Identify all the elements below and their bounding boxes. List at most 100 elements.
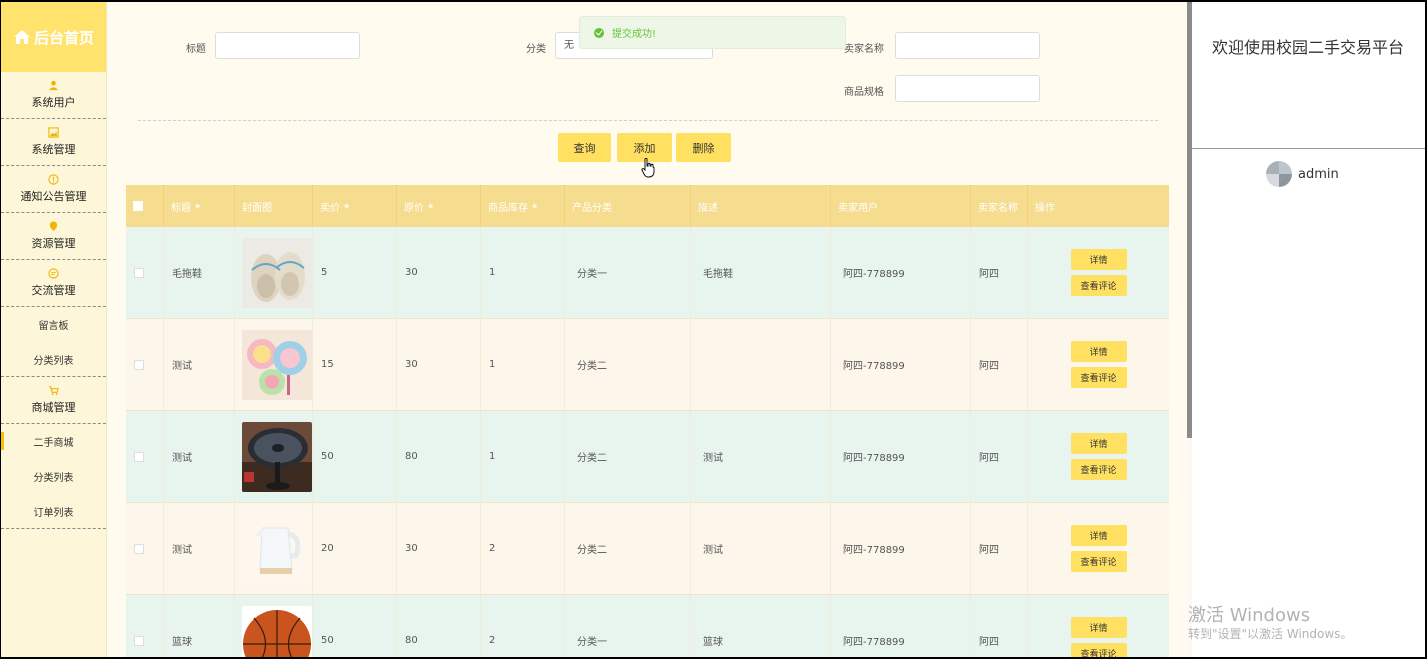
title-filter-label: 标题: [186, 44, 206, 55]
spec-filter-input[interactable]: [895, 75, 1040, 102]
cell-seller-user: 阿四-778899: [831, 411, 971, 502]
sort-icon: ◆: [195, 202, 201, 210]
user-info[interactable]: admin: [1266, 161, 1339, 187]
view-comments-button[interactable]: 查看评论: [1070, 643, 1127, 657]
table-row: 毛拖鞋 5 30 1 分类一 毛拖鞋 阿四-778899 阿四 详情 查看评论: [126, 227, 1169, 319]
sidebar-home-link[interactable]: 后台首页: [1, 2, 106, 72]
product-image-desk-fan[interactable]: [242, 421, 312, 492]
chat-icon: [48, 268, 59, 279]
sidebar: 后台首页 系统用户 系统管理 通知公告管理 资源管理 交流管理 留言板 分类列表…: [1, 2, 107, 657]
column-header-category: 产品分类: [565, 185, 691, 227]
column-header-title[interactable]: 标题 ◆: [164, 185, 235, 227]
column-header-price[interactable]: 卖价 ◆: [313, 185, 397, 227]
cell-seller-user: 阿四-778899: [831, 503, 971, 594]
cell-stock: 1: [481, 411, 565, 502]
spec-filter-label: 商品规格: [844, 87, 884, 98]
cell-category: 分类二: [565, 411, 691, 502]
cell-seller-user: 阿四-778899: [831, 319, 971, 410]
filter-divider: [138, 120, 1158, 121]
cell-title: 毛拖鞋: [164, 227, 235, 318]
cell-category: 分类一: [565, 595, 691, 657]
sidebar-subitem-message-board[interactable]: 留言板: [1, 307, 106, 342]
sidebar-item-shop-management[interactable]: 商城管理: [1, 377, 106, 424]
sidebar-item-label: 资源管理: [31, 237, 76, 250]
sidebar-item-notice-management[interactable]: 通知公告管理: [1, 166, 106, 213]
info-icon: [48, 174, 59, 185]
column-header-seller-user: 卖家用户: [831, 185, 971, 227]
sidebar-item-system-management[interactable]: 系统管理: [1, 119, 106, 166]
welcome-title: 欢迎使用校园二手交易平台: [1212, 38, 1405, 57]
cell-title: 测试: [164, 503, 235, 594]
sort-icon: ◆: [344, 202, 350, 210]
row-checkbox[interactable]: [134, 359, 144, 370]
user-icon: [48, 80, 59, 91]
detail-button[interactable]: 详情: [1070, 249, 1127, 270]
category-filter-label: 分类: [526, 44, 546, 55]
main-content: 标题 分类 无 卖家名称 商品规格 查询 添加 删除 提交成功! 标题 ◆ 封面图…: [108, 2, 1186, 657]
cell-description: 篮球: [691, 595, 831, 657]
cell-seller-name: 阿四: [971, 411, 1028, 502]
products-table: 标题 ◆ 封面图 卖价 ◆ 原价 ◆ 商品库存 ◆ 产品分类 描述 卖家用户 卖家名称 …: [126, 185, 1169, 657]
product-image-fans[interactable]: [242, 329, 312, 400]
cell-title: 测试: [164, 319, 235, 410]
detail-button[interactable]: 详情: [1070, 433, 1127, 454]
column-header-original-price[interactable]: 原价 ◆: [397, 185, 481, 227]
product-image-kettle[interactable]: [242, 513, 312, 584]
detail-button[interactable]: 详情: [1070, 617, 1127, 638]
pointer-cursor-icon: [641, 158, 655, 178]
cell-stock: 2: [481, 595, 565, 657]
cell-category: 分类二: [565, 503, 691, 594]
view-comments-button[interactable]: 查看评论: [1070, 367, 1127, 388]
sidebar-item-resource-management[interactable]: 资源管理: [1, 213, 106, 260]
sidebar-subitem-order-list[interactable]: 订单列表: [1, 494, 106, 529]
sidebar-item-label: 系统用户: [31, 96, 76, 109]
cell-description: [691, 319, 831, 410]
seller-name-filter-label: 卖家名称: [844, 44, 884, 55]
column-header-stock[interactable]: 商品库存 ◆: [481, 185, 565, 227]
cell-seller-name: 阿四: [971, 595, 1028, 657]
check-circle-icon: [594, 27, 604, 38]
cell-price: 50: [313, 595, 397, 657]
detail-button[interactable]: 详情: [1070, 341, 1127, 362]
cell-description: 测试: [691, 411, 831, 502]
table-header: 标题 ◆ 封面图 卖价 ◆ 原价 ◆ 商品库存 ◆ 产品分类 描述 卖家用户 卖家名称 …: [126, 185, 1169, 227]
delete-button[interactable]: 删除: [676, 133, 731, 162]
title-filter-input[interactable]: [215, 32, 360, 59]
cell-stock: 1: [481, 319, 565, 410]
toast-message: 提交成功!: [612, 29, 657, 40]
query-button[interactable]: 查询: [558, 133, 611, 162]
cart-icon: [48, 386, 59, 396]
select-all-checkbox[interactable]: [133, 201, 143, 211]
row-checkbox[interactable]: [134, 451, 144, 462]
cell-stock: 2: [481, 503, 565, 594]
row-checkbox[interactable]: [134, 267, 144, 278]
row-checkbox[interactable]: [134, 543, 144, 554]
image-icon: [48, 127, 59, 138]
view-comments-button[interactable]: 查看评论: [1070, 459, 1127, 480]
sidebar-subitem-second-hand-shop[interactable]: 二手商城: [1, 424, 106, 459]
product-image-slippers[interactable]: [242, 237, 312, 308]
sidebar-title: 后台首页: [33, 28, 94, 47]
column-header-actions: 操作: [1035, 202, 1055, 214]
sidebar-item-communication-management[interactable]: 交流管理: [1, 260, 106, 307]
cell-original-price: 30: [397, 227, 481, 318]
sidebar-item-system-users[interactable]: 系统用户: [1, 72, 106, 119]
view-comments-button[interactable]: 查看评论: [1070, 275, 1127, 296]
home-icon: [13, 29, 31, 45]
cell-original-price: 80: [397, 411, 481, 502]
row-checkbox[interactable]: [134, 635, 144, 646]
view-comments-button[interactable]: 查看评论: [1070, 551, 1127, 572]
sidebar-subitem-category-list[interactable]: 分类列表: [1, 342, 106, 377]
sidebar-subitem-shop-category-list[interactable]: 分类列表: [1, 459, 106, 494]
app-window: 后台首页 系统用户 系统管理 通知公告管理 资源管理 交流管理 留言板 分类列表…: [1, 2, 1425, 657]
sidebar-item-label: 系统管理: [31, 143, 76, 156]
column-header-cover: 封面图: [235, 185, 313, 227]
table-row: 测试 15 30 1 分类二 阿四-778899 阿四 详情 查看评论: [126, 319, 1169, 411]
detail-button[interactable]: 详情: [1070, 525, 1127, 546]
sort-icon: ◆: [428, 202, 434, 210]
windows-activation-title: 激活 Windows: [1188, 605, 1311, 626]
seller-name-filter-input[interactable]: [895, 32, 1040, 59]
cell-original-price: 30: [397, 319, 481, 410]
cell-original-price: 30: [397, 503, 481, 594]
product-image-basketball[interactable]: [242, 605, 312, 657]
